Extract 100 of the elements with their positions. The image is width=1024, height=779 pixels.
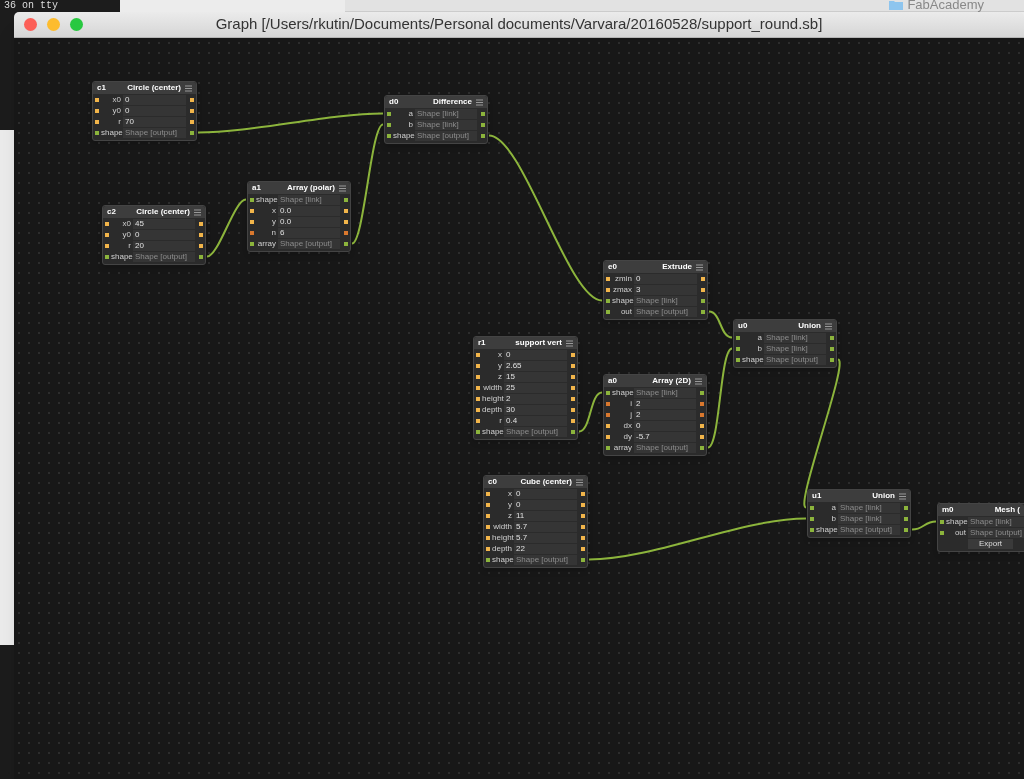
output-port[interactable] [581,557,585,562]
port-field[interactable]: 0 [504,349,567,360]
input-port[interactable] [476,352,480,357]
graph-node[interactable]: c0 Cube (center) x 0 y 0 z 11 width 5.7 height 5.7 depth 22 shape Shape [output] [483,475,588,568]
input-port[interactable] [95,97,99,102]
output-port[interactable] [571,418,575,423]
output-port[interactable] [199,243,203,248]
input-port[interactable] [476,385,480,390]
input-port[interactable] [250,208,254,213]
input-port[interactable] [476,407,480,412]
menu-icon[interactable] [339,184,346,192]
graph-node[interactable]: a0 Array (2D) shape Shape [link] i 2 j 2 dx 0 dy -5.7 array Shape [output] [603,374,707,456]
output-port[interactable] [904,516,908,521]
output-port[interactable] [830,335,834,340]
output-port[interactable] [571,363,575,368]
input-port[interactable] [250,197,254,202]
output-port[interactable] [700,434,704,439]
menu-icon[interactable] [576,478,583,486]
output-port[interactable] [904,505,908,510]
menu-icon[interactable] [899,492,906,500]
input-port[interactable] [486,557,490,562]
input-port[interactable] [486,491,490,496]
port-field[interactable]: 0.0 [278,216,340,227]
port-field[interactable]: 45 [133,218,195,229]
input-port[interactable] [476,396,480,401]
output-port[interactable] [199,254,203,259]
input-port[interactable] [486,535,490,540]
port-field[interactable]: 2 [634,409,696,420]
input-port[interactable] [940,530,944,535]
input-port[interactable] [476,363,480,368]
input-port[interactable] [606,434,610,439]
input-port[interactable] [486,502,490,507]
input-port[interactable] [95,119,99,124]
output-port[interactable] [700,423,704,428]
input-port[interactable] [105,221,109,226]
output-port[interactable] [344,219,348,224]
output-port[interactable] [830,346,834,351]
graph-node[interactable]: d0 Difference a Shape [link] b Shape [link] shape Shape [output] [384,95,488,144]
input-port[interactable] [606,390,610,395]
graph-node[interactable]: e0 Extrude zmin 0 zmax 3 shape Shape [link] out Shape [output] [603,260,708,320]
output-port[interactable] [344,230,348,235]
output-port[interactable] [701,309,705,314]
output-port[interactable] [701,298,705,303]
port-field[interactable]: -5.7 [634,431,696,442]
input-port[interactable] [606,412,610,417]
port-field[interactable]: 0 [123,94,186,105]
output-port[interactable] [481,133,485,138]
input-port[interactable] [105,254,109,259]
input-port[interactable] [95,108,99,113]
input-port[interactable] [250,219,254,224]
menu-icon[interactable] [695,377,702,385]
port-field[interactable]: 6 [278,227,340,238]
graph-node[interactable]: c2 Circle (center) x0 45 y0 0 r 20 shape Shape [output] [102,205,206,265]
export-button[interactable]: Export [968,538,1013,549]
output-port[interactable] [700,401,704,406]
port-field[interactable]: 0 [514,488,577,499]
menu-icon[interactable] [185,84,192,92]
port-field[interactable]: 0 [514,499,577,510]
output-port[interactable] [481,111,485,116]
output-port[interactable] [199,232,203,237]
input-port[interactable] [250,241,254,246]
output-port[interactable] [701,287,705,292]
input-port[interactable] [810,527,814,532]
input-port[interactable] [486,524,490,529]
input-port[interactable] [476,429,480,434]
graph-node[interactable]: u0 Union a Shape [link] b Shape [link] shape Shape [output] [733,319,837,368]
input-port[interactable] [810,505,814,510]
output-port[interactable] [190,108,194,113]
input-port[interactable] [606,445,610,450]
input-port[interactable] [95,130,99,135]
output-port[interactable] [190,97,194,102]
graph-node[interactable]: r1 support vert x 0 y 2.65 z 15 width 25 height 2 depth 30 r 0.4 shape Shape [output] [473,336,578,440]
output-port[interactable] [904,527,908,532]
port-field[interactable]: 22 [514,543,577,554]
input-port[interactable] [387,111,391,116]
port-field[interactable]: 5.7 [514,532,577,543]
output-port[interactable] [581,524,585,529]
port-field[interactable]: 0 [634,273,697,284]
output-port[interactable] [571,374,575,379]
input-port[interactable] [105,232,109,237]
menu-icon[interactable] [194,208,201,216]
port-field[interactable]: 2 [634,398,696,409]
input-port[interactable] [606,401,610,406]
port-field[interactable]: 2 [504,393,567,404]
port-field[interactable]: 0 [133,229,195,240]
output-port[interactable] [700,390,704,395]
output-port[interactable] [830,357,834,362]
input-port[interactable] [476,374,480,379]
menu-icon[interactable] [476,98,483,106]
output-port[interactable] [344,241,348,246]
output-port[interactable] [700,412,704,417]
output-port[interactable] [344,208,348,213]
port-field[interactable]: 0.4 [504,415,567,426]
output-port[interactable] [481,122,485,127]
output-port[interactable] [199,221,203,226]
port-field[interactable]: 70 [123,116,186,127]
output-port[interactable] [190,119,194,124]
graph-node[interactable]: c1 Circle (center) x0 0 y0 0 r 70 shape Shape [output] [92,81,197,141]
output-port[interactable] [571,429,575,434]
input-port[interactable] [736,357,740,362]
